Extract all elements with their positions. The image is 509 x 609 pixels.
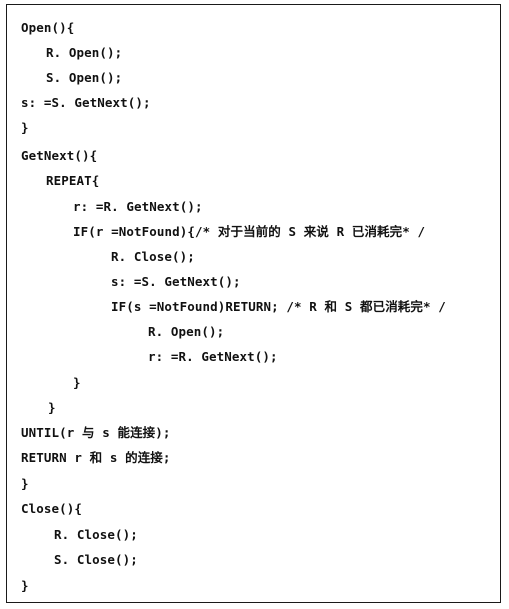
- code-line: r: =R. GetNext();: [73, 199, 203, 214]
- code-line: IF(r =NotFound){/* 对于当前的 S 来说 R 已消耗完* /: [73, 224, 426, 239]
- code-line: IF(s =NotFound)RETURN; /* R 和 S 都已消耗完* /: [111, 299, 446, 314]
- code-line: }: [21, 476, 29, 491]
- code-line: S. Open();: [46, 70, 123, 85]
- code-line: r: =R. GetNext();: [148, 349, 278, 364]
- code-line: R. Close();: [54, 527, 138, 542]
- code-line: }: [48, 400, 56, 415]
- code-line: }: [21, 578, 29, 593]
- code-line: Open(){: [21, 20, 75, 35]
- code-line: RETURN r 和 s 的连接;: [21, 450, 171, 465]
- code-line: GetNext(){: [21, 148, 98, 163]
- code-line: REPEAT{: [46, 173, 100, 188]
- code-line: }: [73, 375, 81, 390]
- code-line: s: =S. GetNext();: [111, 274, 241, 289]
- code-line: R. Open();: [148, 324, 225, 339]
- code-line: S. Close();: [54, 552, 138, 567]
- code-line: }: [21, 120, 29, 135]
- code-line: UNTIL(r 与 s 能连接);: [21, 425, 171, 440]
- code-line: s: =S. GetNext();: [21, 95, 151, 110]
- code-line: R. Close();: [111, 249, 195, 264]
- code-line: R. Open();: [46, 45, 123, 60]
- code-line: Close(){: [21, 501, 83, 516]
